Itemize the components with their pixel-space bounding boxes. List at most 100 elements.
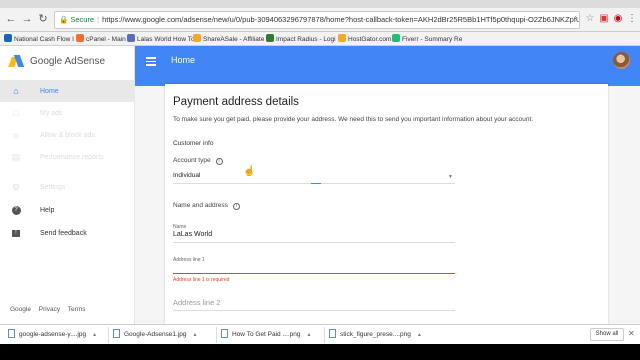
bookmark-icon [193,34,201,42]
sidebar-item-my-ads[interactable]: □ My ads [0,102,135,124]
adsense-app: Google AdSense ⌂ Home □ My ads ⦻ Allow &… [0,46,640,324]
settings-icon: ⚙ [11,181,21,192]
sidebar-item-allow-block-ads[interactable]: ⦻ Allow & block ads [0,124,135,146]
chevron-up-icon[interactable]: ▲ [417,332,422,338]
bookmark-item[interactable]: National Cash Flow I [4,34,74,44]
forward-icon[interactable]: → [20,12,34,26]
bookmark-item[interactable]: Fiverr - Summary Re [392,34,462,44]
bookmark-icon [338,34,346,42]
feedback-icon: ! [11,228,21,238]
sidebar-item-help[interactable]: ? Help [0,199,135,221]
payment-address-card: Payment address details To make sure you… [165,84,608,324]
card-description: To make sure you get paid, please provid… [173,116,534,123]
sidebar-item-label: Performance reports [40,153,104,161]
browser-toolbar: ← → ↻ 🔒 Secure | https://www.google.com/ads… [0,8,640,32]
adsense-logo-icon [8,55,25,67]
download-item[interactable]: stick_figure_prese....png ▲ [329,328,422,342]
name-field-label: Name [173,224,187,230]
secure-label: Secure [70,15,95,24]
downloads-bar: google-adsense-y....jpg ▲ Google-Adsense1… [0,324,640,344]
sidebar-item-label: Home [40,87,59,95]
home-icon: ⌂ [13,86,19,96]
download-item[interactable]: How To Get Paid ....png ▲ [221,328,311,342]
address2-field-underline [173,310,455,311]
sidebar-footer: Google Privacy Terms [10,306,92,313]
bookmark-item[interactable]: cPanel - Main [76,34,126,44]
chevron-up-icon[interactable]: ▲ [307,332,312,338]
sidebar-item-label: Allow & block ads [40,131,95,139]
adsense-logo[interactable]: Google AdSense [0,46,135,76]
bookmark-icon [266,34,274,42]
file-icon [221,329,228,338]
lock-icon: 🔒 [59,15,69,24]
bookmark-item[interactable]: ShareASale - Affiliate [193,34,264,44]
bookmark-icon [76,34,84,42]
pinterest-icon[interactable]: ◉ [612,13,624,25]
app-header: Home [135,46,640,76]
account-type-label: Account type i [173,157,223,165]
help-icon: ? [11,205,21,215]
address-bar[interactable]: 🔒 Secure | https://www.google.com/adsense/n… [54,11,580,29]
extension-icon[interactable]: ▣ [598,13,610,25]
address1-field-label: Address line 1 [173,257,205,263]
select-focus-indicator [311,183,321,184]
account-type-select[interactable]: Individual ▼ [173,172,455,184]
reload-icon[interactable]: ↻ [36,12,50,26]
file-icon [113,329,120,338]
bookmark-item[interactable]: HostGator.com [338,34,391,44]
menu-dots-icon[interactable]: ⋮ [626,13,638,25]
reports-icon: ▤ [11,151,21,162]
file-icon [329,329,336,338]
chevron-up-icon[interactable]: ▲ [92,332,97,338]
info-icon[interactable]: i [215,158,223,165]
download-item[interactable]: google-adsense-y....jpg ▲ [8,328,97,342]
star-icon[interactable]: ☆ [584,13,596,25]
name-field-underline [173,242,455,243]
block-icon: ⦻ [13,129,19,140]
info-icon[interactable]: i [232,203,240,210]
sidebar-item-home[interactable]: ⌂ Home [0,80,135,102]
file-icon [8,329,15,338]
back-icon[interactable]: ← [4,12,18,26]
card-title: Payment address details [173,96,299,108]
show-all-button[interactable]: Show all [590,328,624,341]
sidebar-item-send-feedback[interactable]: ! Send feedback [0,222,135,244]
ads-icon: □ [13,108,19,118]
sidebar: Google AdSense ⌂ Home □ My ads ⦻ Allow &… [0,46,135,324]
mouse-cursor-icon: ☝ [243,166,256,177]
close-icon[interactable]: ✕ [628,329,635,338]
address1-field[interactable] [173,273,455,274]
logo-text: Google AdSense [30,55,106,67]
customer-info-heading: Customer info [173,140,214,147]
bookmarks-bar: National Cash Flow I cPanel - Main Lalas… [0,32,640,46]
download-item[interactable]: Google-Adsense1.jpg ▲ [113,328,197,342]
chevron-up-icon[interactable]: ▲ [193,332,198,338]
bookmark-item[interactable]: Impact Radius - Logi [266,34,336,44]
menu-icon[interactable] [146,57,156,66]
letterbox [0,344,640,360]
main-content: Payment address details To make sure you… [135,76,640,324]
footer-google-link[interactable]: Google [10,306,31,313]
browser-tab-strip [0,0,640,8]
address1-error-message: Address line 1 is required [173,277,230,283]
bookmark-item[interactable]: Lalas World How To [127,34,195,44]
sidebar-item-label: My ads [40,109,63,117]
footer-privacy-link[interactable]: Privacy [39,306,60,313]
sidebar-item-settings[interactable]: ⚙ Settings [0,176,135,198]
avatar[interactable] [613,52,630,69]
bookmark-icon [392,34,400,42]
account-type-value: Individual [173,172,201,179]
footer-terms-link[interactable]: Terms [68,306,86,313]
dropdown-arrow-icon: ▼ [448,174,453,180]
sidebar-item-performance-reports[interactable]: ▤ Performance reports [0,146,135,168]
name-field[interactable]: LaLas World [173,231,212,238]
address2-field[interactable]: Address line 2 [173,298,221,307]
sidebar-item-label: Settings [40,183,66,191]
sidebar-item-label: Send feedback [40,229,87,237]
bookmark-icon [127,34,135,42]
bookmark-icon [4,34,12,42]
url-text: https://www.google.com/adsense/new/u/0/p… [102,15,579,24]
name-address-label: Name and address i [173,202,240,210]
sidebar-item-label: Help [40,206,55,214]
page-title: Home [171,55,196,65]
